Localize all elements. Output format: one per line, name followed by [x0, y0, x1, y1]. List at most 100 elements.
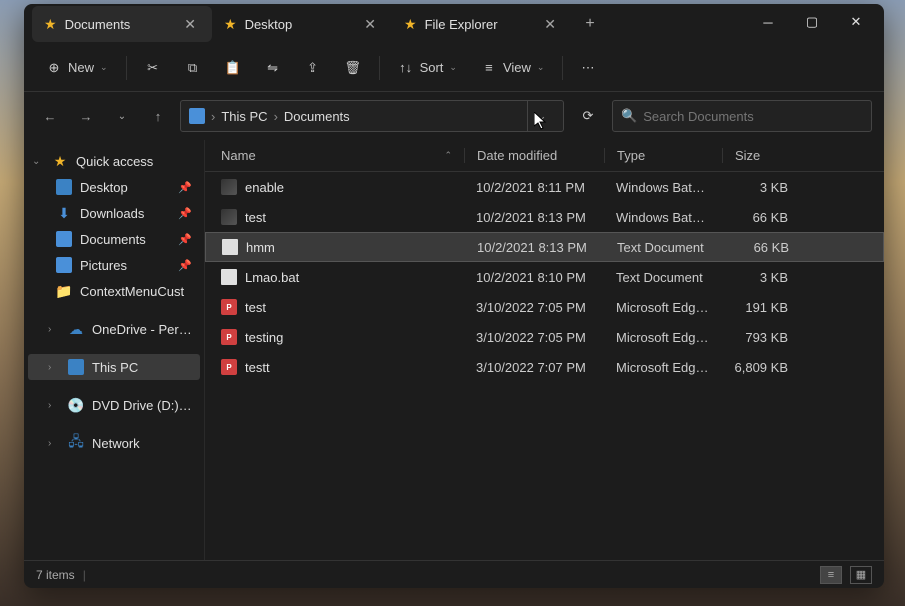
file-type-cell: Microsoft Edge P...: [604, 300, 722, 315]
sort-button[interactable]: ↑↓ Sort ⌄: [388, 54, 467, 82]
column-label: Size: [735, 148, 760, 163]
sidebar-item-downloads[interactable]: ⬇ Downloads 📌: [28, 200, 200, 226]
new-tab-button[interactable]: +: [572, 6, 608, 42]
column-header-type[interactable]: Type: [604, 148, 722, 163]
tab-file-explorer[interactable]: ★ File Explorer ✕: [392, 6, 572, 42]
copy-button[interactable]: ⧉: [175, 54, 211, 82]
file-type-cell: Windows Batch File: [604, 210, 722, 225]
column-headers: Name ⌃ Date modified Type Size: [205, 140, 884, 172]
content-area: ⌄ ★ Quick access Desktop 📌 ⬇ Downloads 📌…: [24, 140, 884, 560]
refresh-button[interactable]: ⟳: [572, 100, 604, 132]
address-dropdown[interactable]: ⌄: [527, 100, 555, 132]
star-icon: ★: [52, 153, 68, 169]
sort-label: Sort: [420, 60, 444, 75]
rename-icon: ⇋: [265, 60, 281, 76]
batch-icon: [221, 179, 237, 195]
file-row[interactable]: test10/2/2021 8:13 PMWindows Batch File6…: [205, 202, 884, 232]
back-button[interactable]: ←: [36, 102, 64, 130]
forward-button[interactable]: →: [72, 102, 100, 130]
search-input[interactable]: [643, 109, 863, 124]
sidebar-item-label: Quick access: [76, 154, 192, 169]
sidebar-item-network[interactable]: › 🖧 Network: [28, 430, 200, 456]
search-box[interactable]: 🔍: [612, 100, 872, 132]
documents-icon: [56, 231, 72, 247]
recent-button[interactable]: ⌄: [108, 102, 136, 130]
icons-view-toggle[interactable]: ▦: [850, 566, 872, 584]
sidebar-item-label: Pictures: [80, 258, 170, 273]
column-header-date[interactable]: Date modified: [464, 148, 604, 163]
file-size-cell: 3 KB: [722, 270, 800, 285]
sidebar-item-desktop[interactable]: Desktop 📌: [28, 174, 200, 200]
file-date-cell: 10/2/2021 8:13 PM: [464, 210, 604, 225]
chevron-right-icon: ›: [48, 400, 60, 411]
file-row[interactable]: hmm10/2/2021 8:13 PMText Document66 KB: [205, 232, 884, 262]
trash-icon: 🗑: [345, 60, 361, 76]
view-icon: ≡: [481, 60, 497, 76]
search-icon: 🔍: [621, 108, 637, 124]
breadcrumb-segment[interactable]: This PC: [221, 109, 267, 124]
plus-circle-icon: ⊕: [46, 60, 62, 76]
tab-documents[interactable]: ★ Documents ✕: [32, 6, 212, 42]
sidebar: ⌄ ★ Quick access Desktop 📌 ⬇ Downloads 📌…: [24, 140, 204, 560]
pdf-icon: P: [221, 359, 237, 375]
close-tab-icon[interactable]: ✕: [540, 14, 560, 35]
pin-icon: 📌: [178, 181, 192, 194]
pdf-icon: P: [221, 329, 237, 345]
file-row[interactable]: Ptesting3/10/2022 7:05 PMMicrosoft Edge …: [205, 322, 884, 352]
sidebar-item-thispc[interactable]: › This PC: [28, 354, 200, 380]
pin-icon: 📌: [178, 259, 192, 272]
sidebar-item-label: This PC: [92, 360, 192, 375]
desktop-icon: [56, 179, 72, 195]
sidebar-item-dvd[interactable]: › 💿 DVD Drive (D:) CCCC: [28, 392, 200, 418]
breadcrumb-segment[interactable]: Documents: [284, 109, 350, 124]
star-icon: ★: [224, 16, 237, 33]
chevron-right-icon: ›: [274, 109, 278, 124]
details-view-toggle[interactable]: ≡: [820, 566, 842, 584]
sidebar-quick-access[interactable]: ⌄ ★ Quick access: [28, 148, 200, 174]
file-row[interactable]: enable10/2/2021 8:11 PMWindows Batch Fil…: [205, 172, 884, 202]
column-label: Date modified: [477, 148, 557, 163]
toolbar: ⊕ New ⌄ ✂ ⧉ 📋 ⇋ ⇪ 🗑 ↑↓ Sort ⌄ ≡ View ⌄ ⋯: [24, 44, 884, 92]
spacer: [28, 304, 200, 316]
column-header-size[interactable]: Size: [722, 148, 800, 163]
file-row[interactable]: Lmao.bat10/2/2021 8:10 PMText Document3 …: [205, 262, 884, 292]
paste-icon: 📋: [225, 60, 241, 76]
item-count: 7 items: [36, 568, 75, 582]
file-size-cell: 793 KB: [722, 330, 800, 345]
view-button[interactable]: ≡ View ⌄: [471, 54, 555, 82]
sidebar-item-contextmenu[interactable]: 📁 ContextMenuCust: [28, 278, 200, 304]
file-size-cell: 3 KB: [722, 180, 800, 195]
sidebar-item-documents[interactable]: Documents 📌: [28, 226, 200, 252]
chevron-down-icon: ⌄: [100, 62, 108, 73]
close-tab-icon[interactable]: ✕: [180, 14, 200, 35]
sidebar-item-pictures[interactable]: Pictures 📌: [28, 252, 200, 278]
sidebar-item-onedrive[interactable]: › ☁ OneDrive - Personal: [28, 316, 200, 342]
file-row[interactable]: Ptest3/10/2022 7:05 PMMicrosoft Edge P..…: [205, 292, 884, 322]
share-button[interactable]: ⇪: [295, 54, 331, 82]
rename-button[interactable]: ⇋: [255, 54, 291, 82]
spacer: [28, 418, 200, 430]
copy-icon: ⧉: [185, 60, 201, 76]
paste-button[interactable]: 📋: [215, 54, 251, 82]
file-name-cell: enable: [209, 179, 464, 195]
sort-icon: ↑↓: [398, 60, 414, 76]
cut-icon: ✂: [145, 60, 161, 76]
pictures-icon: [56, 257, 72, 273]
tab-label: File Explorer: [425, 17, 533, 32]
file-list: enable10/2/2021 8:11 PMWindows Batch Fil…: [205, 172, 884, 560]
more-button[interactable]: ⋯: [571, 54, 604, 82]
delete-button[interactable]: 🗑: [335, 54, 371, 82]
sidebar-item-label: Network: [92, 436, 192, 451]
close-tab-icon[interactable]: ✕: [360, 14, 380, 35]
tab-desktop[interactable]: ★ Desktop ✕: [212, 6, 392, 42]
file-row[interactable]: Ptestt3/10/2022 7:07 PMMicrosoft Edge P.…: [205, 352, 884, 382]
address-bar[interactable]: › This PC › Documents ⌄: [180, 100, 564, 132]
share-icon: ⇪: [305, 60, 321, 76]
chevron-right-icon: ›: [48, 438, 60, 449]
new-button[interactable]: ⊕ New ⌄: [36, 54, 118, 82]
column-header-name[interactable]: Name ⌃: [209, 148, 464, 163]
pin-icon: 📌: [178, 207, 192, 220]
sidebar-item-label: DVD Drive (D:) CCCC: [92, 398, 192, 413]
up-button[interactable]: ↑: [144, 102, 172, 130]
cut-button[interactable]: ✂: [135, 54, 171, 82]
